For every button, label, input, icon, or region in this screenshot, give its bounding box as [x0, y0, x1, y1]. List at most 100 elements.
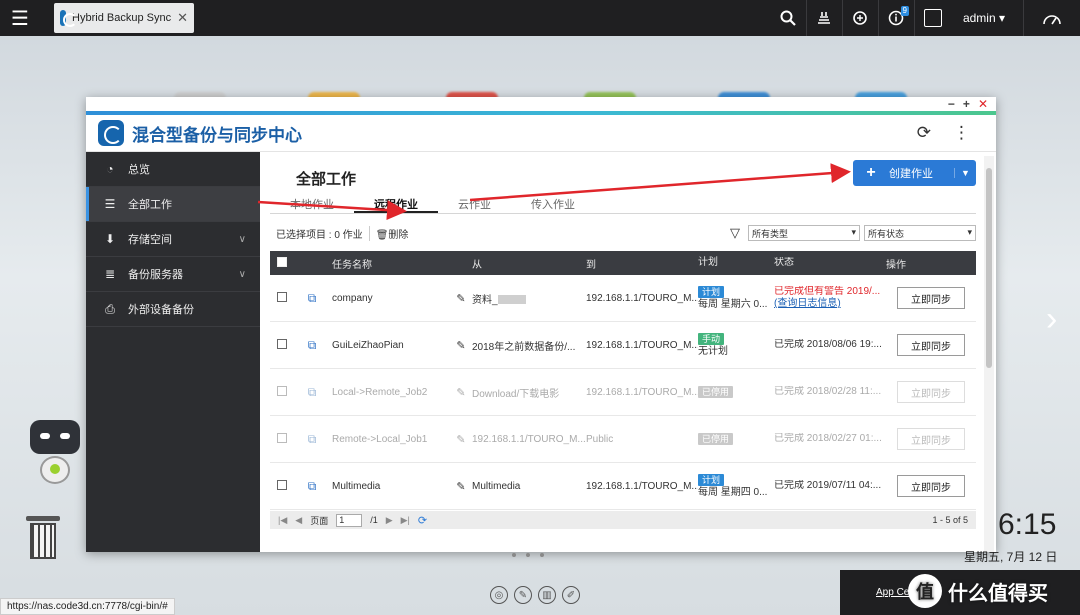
dashboard-gauge-icon[interactable] [1024, 0, 1080, 36]
job-name: Remote->Local_Job1 [332, 433, 428, 445]
row-checkbox[interactable] [277, 479, 287, 490]
row-checkbox[interactable] [277, 385, 287, 396]
edit-icon[interactable]: ✎ [450, 292, 472, 305]
next-page-icon[interactable]: ▶ [386, 515, 393, 526]
app-tab-hybrid-backup-sync[interactable]: Hybrid Backup Sync ✕ [54, 3, 194, 33]
column-header-name[interactable]: 任务名称 [332, 256, 450, 271]
schedule-detail: 每周 星期四 0... [698, 486, 768, 498]
notification-icon[interactable]: 9 [879, 0, 915, 36]
chevron-down-icon[interactable]: ∨ [239, 234, 246, 245]
sync-icon[interactable] [843, 0, 879, 36]
edit-icon[interactable]: ✎ [450, 339, 472, 352]
table-row[interactable]: ⧉ Remote->Local_Job1 ✎ 192.168.1.1/TOURO… [270, 416, 976, 463]
hybrid-backup-sync-icon [60, 10, 78, 27]
recycle-bin-icon[interactable] [26, 516, 60, 560]
job-status: 已完成 2018/02/28 11:... [774, 386, 882, 397]
create-job-button[interactable]: + 创建作业 ▼ [853, 160, 976, 186]
user-icon[interactable] [915, 0, 951, 36]
app-tab-title: Hybrid Backup Sync [72, 12, 172, 24]
column-header-from[interactable]: 从 [472, 256, 586, 271]
watermark-logo: 值 [908, 574, 942, 608]
delete-button[interactable]: 🗑删除 [368, 225, 408, 241]
remote-job-icon: ⧉ [307, 337, 317, 352]
user-menu[interactable]: admin ▾ [951, 0, 1024, 36]
redacted-text [497, 295, 526, 305]
refresh-list-icon[interactable]: ⟳ [418, 514, 427, 527]
schedule-tag: 已停用 [698, 432, 734, 445]
close-icon[interactable]: ✕ [177, 10, 188, 26]
column-header-to[interactable]: 到 [586, 256, 698, 271]
prev-page-icon[interactable]: ◀ [295, 515, 302, 526]
tab-cloud-jobs[interactable]: 云作业 [438, 196, 511, 213]
dock-app-icon[interactable]: ▥ [538, 586, 556, 604]
sidebar: ◔ 总览 ☰ 全部工作 ⬇ 存储空间 ∨ ≣ 备份服务器 ∨ ⎙ 外部设备备份 [86, 152, 260, 552]
row-checkbox[interactable] [277, 338, 287, 349]
scrollbar-thumb[interactable] [986, 168, 992, 368]
sidebar-item-overview[interactable]: ◔ 总览 [86, 152, 260, 187]
assistant-robot-icon[interactable] [26, 418, 84, 494]
sidebar-item-storage-space[interactable]: ⬇ 存储空间 ∨ [86, 222, 260, 257]
watermark-text: 什么值得买 [948, 582, 1048, 605]
row-checkbox[interactable] [277, 291, 287, 302]
row-checkbox[interactable] [277, 432, 287, 443]
minimize-icon[interactable]: − [948, 97, 955, 111]
status-filter-value: 所有状态 [868, 228, 905, 239]
server-icon: ≣ [104, 267, 116, 281]
first-page-icon[interactable]: |◀ [278, 515, 287, 526]
type-filter-value: 所有类型 [752, 228, 789, 239]
edit-icon[interactable]: ✎ [450, 433, 472, 446]
jobs-table: 任务名称 从 到 计划 状态 操作 ⧉ company ✎ 资料_ 192.16… [270, 251, 976, 510]
table-row[interactable]: ⧉ Multimedia ✎ Multimedia 192.168.1.1/TO… [270, 463, 976, 510]
sidebar-item-all-jobs[interactable]: ☰ 全部工作 [86, 187, 260, 222]
plus-icon: + [866, 164, 876, 181]
table-row[interactable]: ⧉ company ✎ 资料_ 192.168.1.1/TOURO_M... 计… [270, 275, 976, 322]
selection-toolbar: 已选择项目 : 0 作业 🗑删除 ▽ 所有类型 所有状态 [276, 223, 976, 243]
table-row[interactable]: ⧉ GuiLeiZhaoPian ✎ 2018年之前数据备份/... 192.1… [270, 322, 976, 369]
task-stack-icon[interactable] [807, 0, 843, 36]
total-pages: /1 [370, 515, 378, 525]
refresh-icon[interactable]: ⟳ [917, 123, 931, 143]
sync-now-button[interactable]: 立即同步 [897, 475, 965, 497]
sync-now-button[interactable]: 立即同步 [897, 334, 965, 356]
sidebar-item-external-backup[interactable]: ⎙ 外部设备备份 [86, 292, 260, 327]
dock-app-icon[interactable]: ◎ [490, 586, 508, 604]
job-name: Local->Remote_Job2 [332, 386, 428, 398]
job-source: 2018年之前数据备份/... [472, 341, 576, 353]
edit-icon[interactable]: ✎ [450, 480, 472, 493]
select-all-checkbox[interactable] [277, 256, 287, 267]
dock-app-icon[interactable]: ✐ [562, 586, 580, 604]
sidebar-item-label: 外部设备备份 [128, 304, 194, 316]
window-controls: − + ✕ [86, 97, 996, 111]
tab-local-jobs[interactable]: 本地作业 [270, 196, 354, 213]
window-scrollbar[interactable] [984, 156, 994, 552]
next-desktop-icon[interactable]: › [1046, 300, 1057, 339]
chevron-down-icon[interactable]: ∨ [239, 269, 246, 280]
tab-incoming-jobs[interactable]: 传入作业 [511, 196, 595, 213]
more-options-icon[interactable]: ⋮ [953, 123, 970, 143]
column-header-plan[interactable]: 计划 [698, 257, 774, 269]
page-label: 页面 [310, 515, 329, 526]
schedule-detail: 无计划 [698, 345, 728, 357]
job-destination: 192.168.1.1/TOURO_M... [586, 339, 698, 351]
column-header-status[interactable]: 状态 [774, 257, 886, 269]
sidebar-item-backup-server[interactable]: ≣ 备份服务器 ∨ [86, 257, 260, 292]
search-icon[interactable] [771, 0, 807, 36]
status-filter-select[interactable]: 所有状态 [864, 225, 976, 241]
caret-down-icon[interactable]: ▼ [954, 168, 976, 178]
dock-app-icon[interactable]: ✎ [514, 586, 532, 604]
last-page-icon[interactable]: ▶| [401, 515, 410, 526]
sidebar-item-label: 备份服务器 [128, 269, 183, 281]
main-menu-icon[interactable]: ☰ [0, 0, 40, 36]
maximize-icon[interactable]: + [963, 97, 970, 111]
close-window-icon[interactable]: ✕ [978, 97, 988, 111]
page-number-input[interactable]: 1 [336, 513, 363, 527]
app-header: 混合型备份与同步中心 ⟳ ⋮ [86, 115, 996, 152]
type-filter-select[interactable]: 所有类型 [748, 225, 860, 241]
tab-remote-jobs[interactable]: 远程作业 [354, 196, 438, 213]
list-icon: ☰ [104, 197, 116, 211]
view-log-link[interactable]: (查询日志信息) [774, 298, 841, 309]
edit-icon[interactable]: ✎ [450, 386, 472, 399]
sync-now-button[interactable]: 立即同步 [897, 287, 965, 309]
table-row[interactable]: ⧉ Local->Remote_Job2 ✎ Download/下载电影 192… [270, 369, 976, 416]
page-title: 全部工作 [296, 171, 357, 188]
